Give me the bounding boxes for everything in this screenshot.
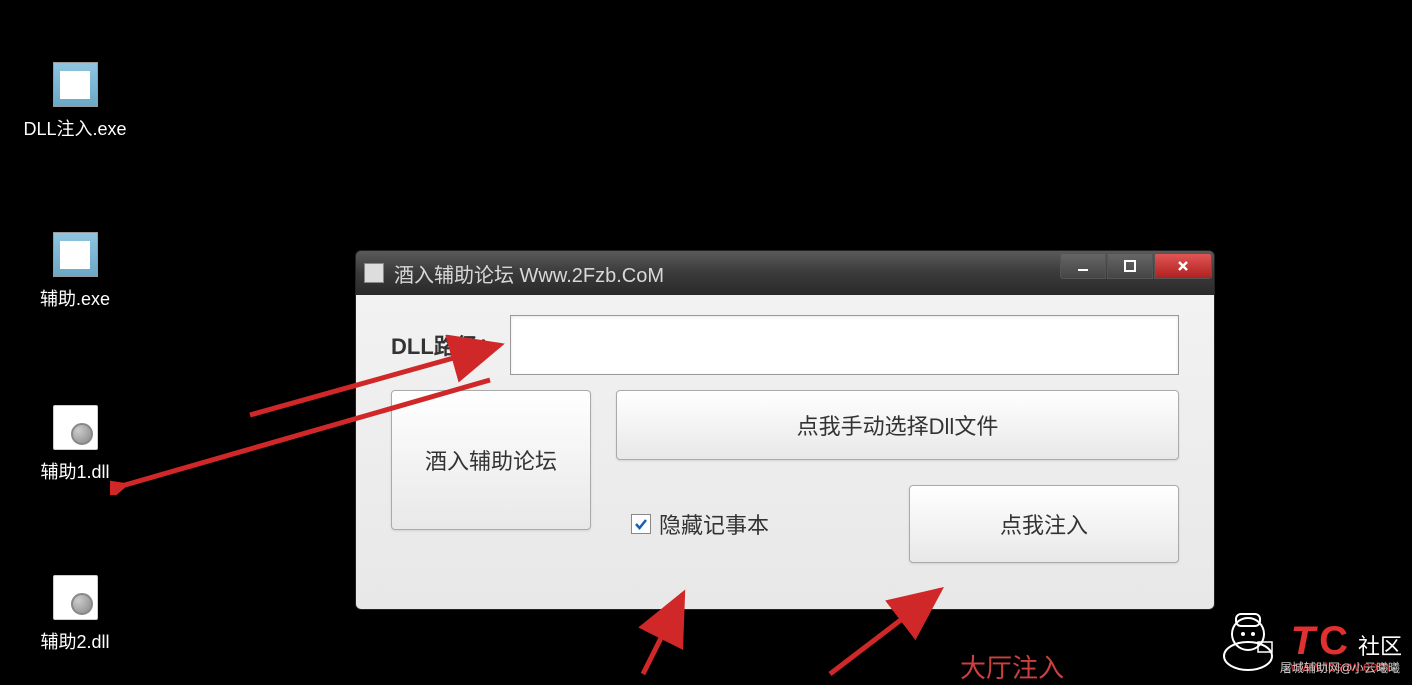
window-body: DLL路径： 酒入辅助论坛 点我手动选择Dll文件 隐藏记事本 点我注入 (356, 295, 1214, 609)
injector-window: 酒入辅助论坛 Www.2Fzb.CoM DLL路径： 酒入辅助论坛 点我手动选择… (355, 250, 1215, 610)
dll-icon (53, 575, 98, 620)
dll-path-label: DLL路径： (391, 329, 500, 361)
dll-path-input[interactable] (510, 315, 1179, 375)
close-icon (1176, 259, 1190, 273)
dll-icon (53, 405, 98, 450)
icon-label: 辅助1.dll (40, 458, 109, 484)
window-controls (1060, 253, 1212, 279)
minimize-icon (1076, 259, 1090, 273)
forum-button[interactable]: 酒入辅助论坛 (391, 390, 591, 530)
maximize-button[interactable] (1107, 253, 1153, 279)
hide-notepad-checkbox-wrap[interactable]: 隐藏记事本 (631, 508, 769, 540)
inject-button[interactable]: 点我注入 (909, 485, 1179, 563)
check-icon (633, 516, 649, 532)
annotation-text: 大厅注入 (960, 648, 1064, 685)
watermark-community: 社区 (1358, 629, 1402, 661)
maximize-icon (1123, 259, 1137, 273)
close-button[interactable] (1154, 253, 1212, 279)
watermark-cartoon-icon (1213, 604, 1283, 674)
app-icon (364, 263, 384, 283)
desktop-icon-helper2-dll[interactable]: 辅助2.dll (15, 575, 135, 654)
desktop-icon-dll-inject-exe[interactable]: DLL注入.exe (15, 62, 135, 141)
watermark-sub: 屠城辅助网@小云曦曦 (1280, 659, 1400, 676)
select-dll-button[interactable]: 点我手动选择Dll文件 (616, 390, 1179, 460)
icon-label: 辅助2.dll (40, 628, 109, 654)
exe-icon (53, 232, 98, 277)
desktop-icon-helper1-dll[interactable]: 辅助1.dll (15, 405, 135, 484)
exe-icon (53, 62, 98, 107)
minimize-button[interactable] (1060, 253, 1106, 279)
window-titlebar[interactable]: 酒入辅助论坛 Www.2Fzb.CoM (356, 251, 1214, 295)
icon-label: DLL注入.exe (23, 115, 126, 141)
hide-notepad-checkbox[interactable] (631, 514, 651, 534)
desktop-icon-helper-exe[interactable]: 辅助.exe (15, 232, 135, 311)
hide-notepad-label: 隐藏记事本 (659, 508, 769, 540)
icon-label: 辅助.exe (40, 285, 110, 311)
